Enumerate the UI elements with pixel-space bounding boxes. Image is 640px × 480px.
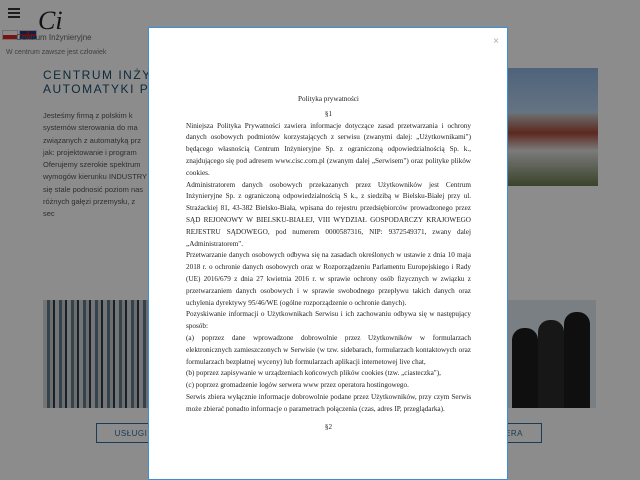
policy-paragraph: (a) poprzez dane wprowadzone dobrowolnie… xyxy=(186,333,471,366)
modal-content: Polityka prywatności §1 Niniejsza Polity… xyxy=(186,94,471,433)
close-icon[interactable]: × xyxy=(493,36,499,47)
policy-paragraph: Pozyskiwanie informacji o Użytkownikach … xyxy=(186,310,471,331)
policy-paragraph: (b) poprzez zapisywanie w urządzeniach k… xyxy=(186,369,441,378)
policy-paragraph: (c) poprzez gromadzenie logów serwera ww… xyxy=(186,381,409,390)
section-heading: §2 xyxy=(324,422,333,431)
policy-paragraph: Przetwarzanie danych osobowych odbywa si… xyxy=(186,251,471,307)
modal-title: Polityka prywatności xyxy=(298,95,359,103)
section-heading: §1 xyxy=(324,109,333,118)
policy-paragraph: Niniejsza Polityka Prywatności zawiera i… xyxy=(186,121,471,177)
privacy-policy-modal: × Polityka prywatności §1 Niniejsza Poli… xyxy=(148,27,508,480)
policy-paragraph: Administratorem danych osobowych przekaz… xyxy=(186,180,471,248)
policy-paragraph: Serwis zbiera wyłącznie informacje dobro… xyxy=(186,392,471,413)
